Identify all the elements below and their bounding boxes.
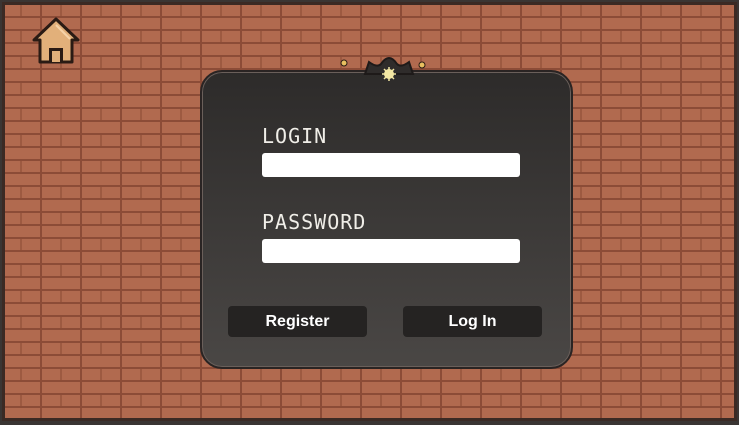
password-label: PASSWORD: [262, 210, 367, 234]
home-icon[interactable]: [30, 16, 82, 66]
ornament-dot-right: [418, 61, 426, 69]
ornament-dot-left: [340, 59, 348, 67]
password-input[interactable]: [262, 239, 520, 263]
register-button[interactable]: Register: [228, 306, 367, 337]
login-input[interactable]: [262, 153, 520, 177]
log-in-button[interactable]: Log In: [403, 306, 542, 337]
login-label: LOGIN: [262, 124, 328, 148]
login-panel: LOGIN PASSWORD Register Log In: [200, 70, 573, 369]
panel-ornament-icon: [363, 56, 415, 81]
game-screen: LOGIN PASSWORD Register Log In: [2, 2, 737, 421]
